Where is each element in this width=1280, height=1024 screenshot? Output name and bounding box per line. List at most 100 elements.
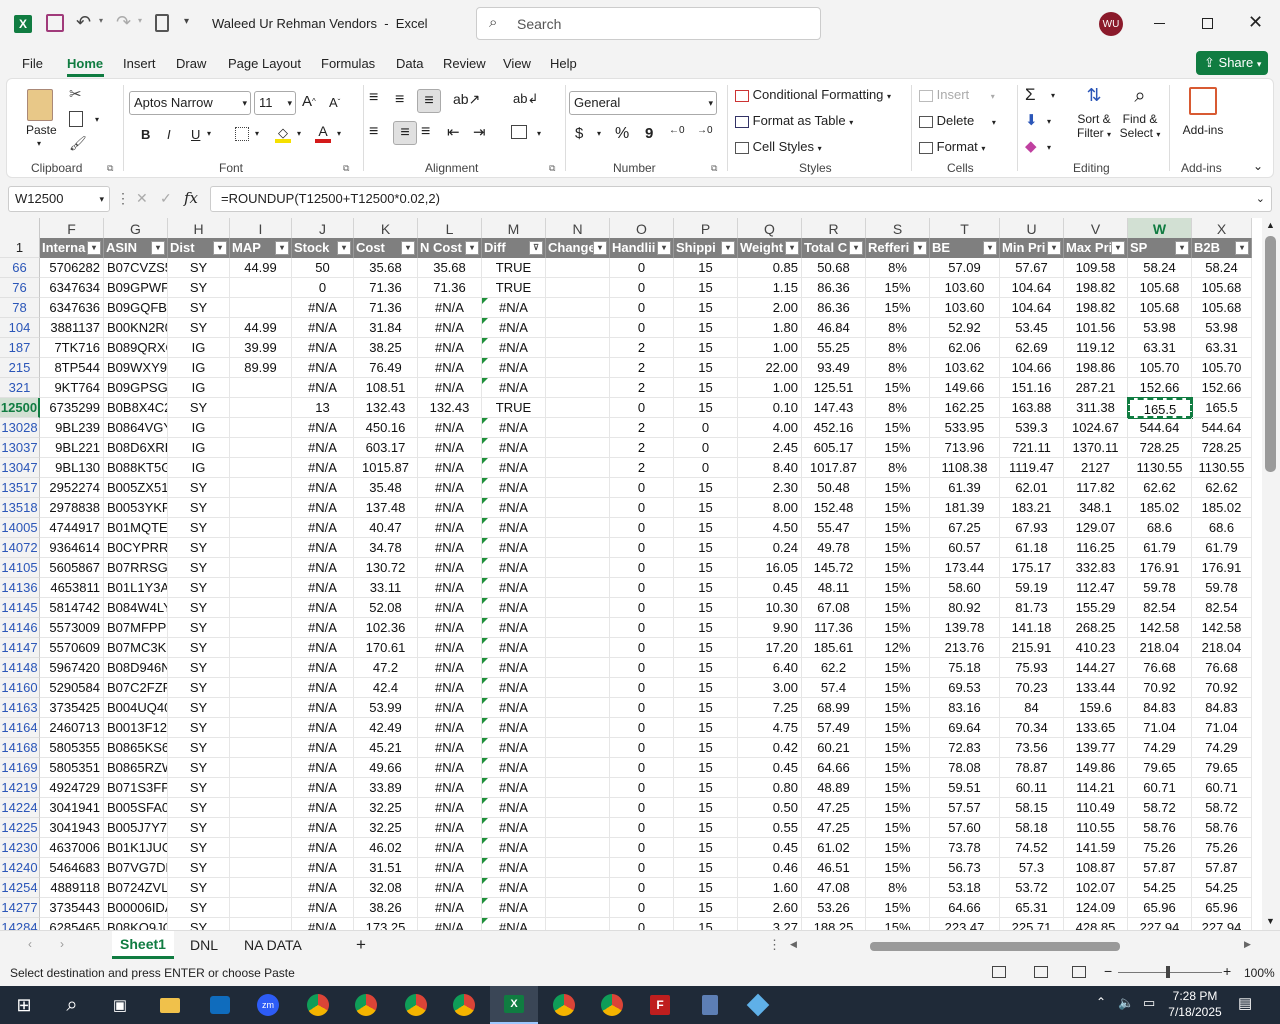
- table-cell[interactable]: 84.83: [1128, 698, 1192, 718]
- zoom-slider-thumb[interactable]: [1166, 966, 1170, 978]
- table-cell[interactable]: SY: [168, 538, 230, 558]
- table-cell[interactable]: IG: [168, 418, 230, 438]
- table-cell[interactable]: 311.38: [1064, 398, 1128, 418]
- table-cell[interactable]: #N/A: [482, 318, 546, 338]
- header-cell[interactable]: BE ▾: [930, 238, 1000, 258]
- table-cell[interactable]: 55.25: [802, 338, 866, 358]
- table-cell[interactable]: [546, 518, 610, 538]
- table-cell[interactable]: [546, 418, 610, 438]
- table-cell[interactable]: SY: [168, 558, 230, 578]
- table-cell[interactable]: [546, 318, 610, 338]
- table-cell[interactable]: #N/A: [418, 458, 482, 478]
- filter-dropdown-icon[interactable]: ▾: [465, 241, 479, 255]
- column-header[interactable]: O: [610, 218, 674, 240]
- table-cell[interactable]: 0.45: [738, 838, 802, 858]
- filter-dropdown-icon[interactable]: ▾: [275, 241, 289, 255]
- table-cell[interactable]: #N/A: [418, 918, 482, 930]
- table-cell[interactable]: [230, 818, 292, 838]
- row-header[interactable]: 14136: [0, 578, 40, 598]
- table-cell[interactable]: 15: [674, 758, 738, 778]
- table-cell[interactable]: 59.78: [1128, 578, 1192, 598]
- table-cell[interactable]: SY: [168, 878, 230, 898]
- table-cell[interactable]: #N/A: [482, 678, 546, 698]
- table-cell[interactable]: 4889118: [40, 878, 104, 898]
- table-cell[interactable]: SY: [168, 498, 230, 518]
- table-cell[interactable]: #N/A: [418, 778, 482, 798]
- table-cell[interactable]: 15%: [866, 498, 930, 518]
- table-cell[interactable]: 44.99: [230, 318, 292, 338]
- filter-dropdown-icon[interactable]: ▾: [593, 241, 607, 255]
- table-cell[interactable]: #N/A: [418, 298, 482, 318]
- row-header[interactable]: 14072: [0, 538, 40, 558]
- table-cell[interactable]: 44.99: [230, 258, 292, 278]
- table-cell[interactable]: 132.43: [418, 398, 482, 418]
- paste-button[interactable]: Paste ▾: [21, 85, 61, 148]
- table-cell[interactable]: 35.68: [354, 258, 418, 278]
- table-cell[interactable]: 62.06: [930, 338, 1000, 358]
- chrome-icon[interactable]: [440, 986, 488, 1024]
- table-cell[interactable]: 188.25: [802, 918, 866, 930]
- filezilla-icon[interactable]: F: [636, 986, 684, 1024]
- table-cell[interactable]: 105.68: [1192, 298, 1252, 318]
- table-cell[interactable]: #N/A: [418, 758, 482, 778]
- table-cell[interactable]: 4.00: [738, 418, 802, 438]
- table-cell[interactable]: [546, 798, 610, 818]
- table-cell[interactable]: [546, 278, 610, 298]
- table-cell[interactable]: 59.51: [930, 778, 1000, 798]
- table-cell[interactable]: 76.49: [354, 358, 418, 378]
- table-cell[interactable]: 53.99: [354, 698, 418, 718]
- table-cell[interactable]: [230, 398, 292, 418]
- merge-center-icon[interactable]: [511, 125, 527, 139]
- menu-file[interactable]: File: [22, 56, 43, 71]
- table-cell[interactable]: 50.48: [802, 478, 866, 498]
- row-header[interactable]: 14147: [0, 638, 40, 658]
- table-cell[interactable]: #N/A: [418, 538, 482, 558]
- row-header[interactable]: 14225: [0, 818, 40, 838]
- table-cell[interactable]: #N/A: [482, 638, 546, 658]
- table-cell[interactable]: IG: [168, 378, 230, 398]
- table-cell[interactable]: 0: [610, 478, 674, 498]
- table-cell[interactable]: 0.80: [738, 778, 802, 798]
- table-cell[interactable]: 15: [674, 778, 738, 798]
- table-cell[interactable]: 15: [674, 518, 738, 538]
- number-format-select[interactable]: General ▾: [569, 91, 717, 115]
- table-cell[interactable]: 183.21: [1000, 498, 1064, 518]
- table-cell[interactable]: 0: [610, 578, 674, 598]
- table-cell[interactable]: TRUE: [482, 398, 546, 418]
- table-cell[interactable]: [546, 498, 610, 518]
- table-cell[interactable]: #N/A: [418, 358, 482, 378]
- table-cell[interactable]: [546, 298, 610, 318]
- zoom-in-icon[interactable]: +: [1223, 963, 1231, 979]
- table-cell[interactable]: 0.45: [738, 758, 802, 778]
- table-cell[interactable]: 33.11: [354, 578, 418, 598]
- table-cell[interactable]: 48.89: [802, 778, 866, 798]
- table-cell[interactable]: 2.00: [738, 298, 802, 318]
- table-cell[interactable]: SY: [168, 598, 230, 618]
- table-cell[interactable]: 82.54: [1128, 598, 1192, 618]
- table-cell[interactable]: 50.68: [802, 258, 866, 278]
- table-cell[interactable]: B005ZX51: [104, 478, 168, 498]
- header-cell[interactable]: ASIN ▾: [104, 238, 168, 258]
- filter-dropdown-icon[interactable]: ▾: [1175, 241, 1189, 255]
- table-cell[interactable]: 181.39: [930, 498, 1000, 518]
- table-cell[interactable]: 227.94: [1128, 918, 1192, 930]
- table-cell[interactable]: 102.07: [1064, 878, 1128, 898]
- table-cell[interactable]: #N/A: [418, 858, 482, 878]
- table-cell[interactable]: 15: [674, 498, 738, 518]
- table-cell[interactable]: #N/A: [292, 338, 354, 358]
- table-cell[interactable]: #N/A: [292, 778, 354, 798]
- sheet-tab-na-data[interactable]: NA DATA: [244, 937, 302, 953]
- table-cell[interactable]: 8%: [866, 358, 930, 378]
- table-cell[interactable]: 57.09: [930, 258, 1000, 278]
- select-all-corner[interactable]: [0, 218, 40, 240]
- table-cell[interactable]: 45.21: [354, 738, 418, 758]
- filter-dropdown-icon[interactable]: ▾: [721, 241, 735, 255]
- table-cell[interactable]: 125.51: [802, 378, 866, 398]
- table-cell[interactable]: 15%: [866, 538, 930, 558]
- table-cell[interactable]: 5605867: [40, 558, 104, 578]
- table-cell[interactable]: 57.49: [802, 718, 866, 738]
- zoom-out-icon[interactable]: −: [1104, 963, 1112, 979]
- table-cell[interactable]: 1.80: [738, 318, 802, 338]
- share-button[interactable]: ⇪ Share ▾: [1196, 51, 1268, 75]
- table-cell[interactable]: 6735299: [40, 398, 104, 418]
